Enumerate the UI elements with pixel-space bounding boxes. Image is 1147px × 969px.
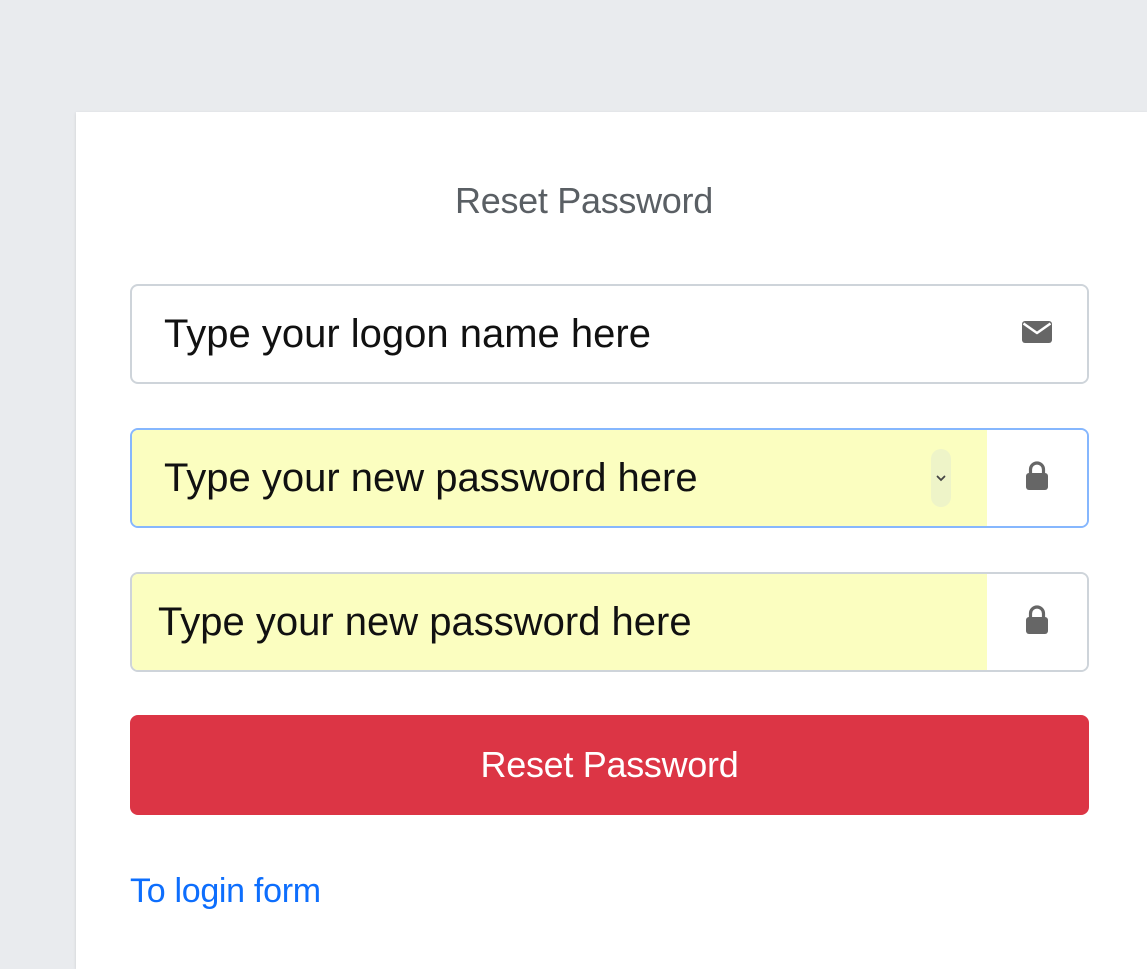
confirm-password-addon <box>987 574 1087 670</box>
envelope-icon <box>1022 320 1052 348</box>
logon-name-input[interactable]: Type your logon name here <box>132 286 987 382</box>
page-title: Reset Password <box>455 180 713 221</box>
reset-password-button[interactable]: Reset Password <box>130 715 1089 815</box>
autofill-dropdown-icon[interactable] <box>931 449 951 507</box>
new-password-addon <box>987 430 1087 526</box>
lock-icon <box>1025 460 1049 496</box>
confirm-password-field[interactable]: Type your new password here <box>130 572 1089 672</box>
new-password-field[interactable]: Type your new password here <box>130 428 1089 528</box>
logon-name-addon <box>987 286 1087 382</box>
reset-password-card: Reset Password Type your logon name here… <box>76 112 1147 969</box>
logon-name-field[interactable]: Type your logon name here <box>130 284 1089 384</box>
to-login-form-link[interactable]: To login form <box>130 872 321 911</box>
page: Reset Password Type your logon name here… <box>0 0 1147 969</box>
lock-icon <box>1025 604 1049 640</box>
confirm-password-input[interactable]: Type your new password here <box>132 574 987 670</box>
new-password-input[interactable]: Type your new password here <box>132 430 987 526</box>
